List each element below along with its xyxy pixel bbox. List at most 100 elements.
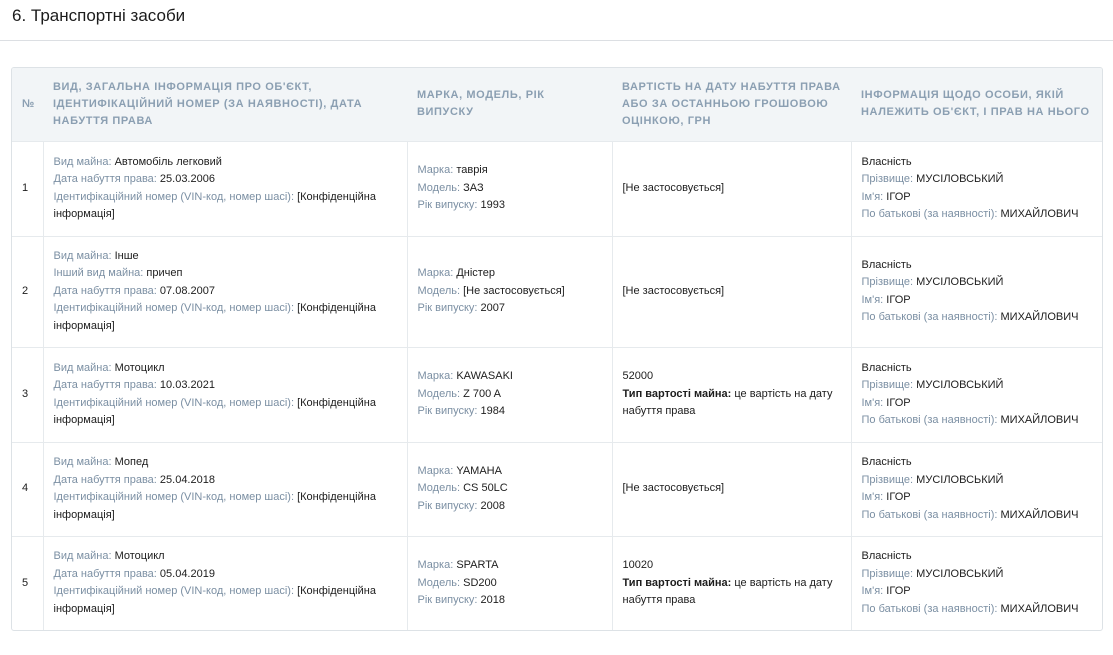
value-amount: [Не застосовується] (622, 482, 725, 495)
vin-label: Ідентифікаційний номер (VIN-код, номер ш… (53, 585, 295, 598)
value-amount: [Не застосовується] (622, 284, 725, 297)
owner-name-line: Ім'я: ІГОР (862, 189, 1095, 207)
owner-surname-line: Прізвище: МУСІЛОВСЬКИЙ (862, 171, 1095, 189)
acquired-date-label: Дата набуття права: (53, 473, 157, 486)
year-line: Рік випуску: 2007 (418, 300, 602, 318)
info-cell: Вид майна: Мотоцикл Дата набуття права: 0… (42, 535, 407, 630)
other-type-value: причеп (146, 267, 183, 280)
year-value: 2018 (480, 594, 506, 606)
owner-surname-value: МУСІЛОВСЬКИЙ (916, 276, 1004, 288)
owner-surname-label: Прізвище: (861, 567, 914, 580)
brand-label: Марка: (417, 559, 454, 571)
brand-value: таврія (456, 164, 488, 177)
value-type-label: Тип вартості майна: (622, 576, 732, 589)
acquired-date-value: 25.03.2006 (159, 173, 215, 185)
owner-name-label: Ім'я: (861, 396, 884, 409)
owner-patronymic-line: По батькові (за наявності): МИХАЙЛОВИЧ (862, 309, 1095, 327)
row-number-cell: 4 (12, 441, 43, 536)
owner-patronymic-value: МИХАЙЛОВИЧ (1000, 208, 1079, 220)
owner-patronymic-value: МИХАЙЛОВИЧ (1000, 311, 1079, 323)
column-header-value: Вартість на дату набуття права або за ос… (612, 68, 851, 141)
ownership-type: Власність (861, 456, 912, 468)
acquired-date-value: 25.04.2018 (159, 473, 215, 486)
year-label: Рік випуску: (417, 405, 478, 418)
owner-patronymic-label: По батькові (за наявності): (861, 311, 998, 323)
row-number: 4 (22, 482, 29, 495)
property-type-label: Вид майна: (53, 456, 112, 468)
owner-cell: Власність Прізвище: МУСІЛОВСЬКИЙ Ім'я: ІГО… (850, 235, 1102, 347)
owner-patronymic-line: По батькові (за наявності): МИХАЙЛОВИЧ (862, 507, 1095, 525)
owner-name-label: Ім'я: (861, 190, 884, 203)
owner-surname-value: МУСІЛОВСЬКИЙ (916, 173, 1004, 185)
owner-surname-line: Прізвище: МУСІЛОВСЬКИЙ (862, 274, 1095, 292)
value-amount: [Не застосовується] (622, 181, 725, 194)
property-type-value: Мотоцикл (114, 550, 165, 563)
ownership-type: Власність (861, 550, 912, 563)
owner-patronymic-value: МИХАЙЛОВИЧ (1000, 602, 1079, 615)
year-label: Рік випуску: (417, 499, 478, 512)
row-number-cell: 2 (12, 235, 43, 347)
year-value: 1993 (480, 199, 506, 212)
owner-surname-value: МУСІЛОВСЬКИЙ (916, 473, 1004, 486)
brand-line: Марка: SPARTA (418, 557, 602, 575)
year-line: Рік випуску: 1984 (418, 403, 602, 421)
table-row: 3 Вид майна: Мотоцикл Дата набуття права: … (12, 346, 1102, 442)
value-amount: 52000 (622, 370, 654, 383)
brand-cell: Марка: YAMAHA Модель: CS 50LC Рік випуску:… (406, 441, 612, 536)
brand-line: Марка: Дністер (418, 265, 602, 283)
brand-cell: Марка: KAWASAKI Модель: Z 700 A Рік випуск… (406, 346, 612, 442)
row-number-cell: 5 (12, 535, 43, 630)
brand-line: Марка: KAWASAKI (418, 368, 602, 386)
table-row: 4 Вид майна: Мопед Дата набуття права: 25.… (12, 441, 1102, 536)
property-type-value: Мотоцикл (114, 361, 165, 374)
owner-name-line: Ім'я: ІГОР (862, 395, 1095, 413)
column-header-info: Вид, загальна інформація про об'єкт, іде… (43, 68, 407, 141)
model-value: SD200 (463, 576, 497, 589)
property-type-label: Вид майна: (53, 550, 112, 563)
owner-patronymic-line: По батькові (за наявності): МИХАЙЛОВИЧ (862, 206, 1095, 224)
info-cell: Вид майна: Мотоцикл Дата набуття права: 1… (42, 346, 407, 442)
table-row: 1 Вид майна: Автомобіль легковий Дата набу… (12, 140, 1102, 236)
model-label: Модель: (417, 387, 461, 400)
year-label: Рік випуску: (417, 594, 478, 606)
section-title: 6. Транспортні засоби (12, 6, 186, 25)
ownership-type: Власність (861, 155, 912, 168)
vin-line: Ідентифікаційний номер (VIN-код, номер ш… (54, 395, 397, 430)
property-type-label: Вид майна: (53, 249, 112, 262)
value-type-line: Тип вартості майна: це вартість на дату … (623, 575, 841, 610)
owner-name-label: Ім'я: (861, 585, 884, 598)
property-type-label: Вид майна: (53, 361, 112, 374)
acquired-date-label: Дата набуття права: (53, 567, 157, 580)
owner-name-value: ІГОР (886, 491, 911, 503)
owner-patronymic-value: МИХАЙЛОВИЧ (1000, 414, 1079, 426)
owner-surname-label: Прізвище: (861, 379, 914, 391)
acquired-date-line: Дата набуття права: 25.04.2018 (54, 472, 397, 490)
brand-label: Марка: (417, 267, 454, 280)
owner-name-label: Ім'я: (861, 293, 884, 306)
acquired-date-label: Дата набуття права: (53, 379, 157, 391)
value-cell: 52000 Тип вартості майна: це вартість на … (611, 346, 851, 442)
row-number: 1 (22, 181, 29, 194)
value-cell: [Не застосовується] (611, 441, 851, 536)
acquired-date-label: Дата набуття права: (53, 284, 157, 297)
owner-patronymic-label: По батькові (за наявності): (861, 208, 998, 220)
vin-label: Ідентифікаційний номер (VIN-код, номер ш… (53, 396, 295, 409)
acquired-date-value: 05.04.2019 (159, 567, 215, 580)
year-label: Рік випуску: (417, 199, 478, 212)
owner-patronymic-line: По батькові (за наявності): МИХАЙЛОВИЧ (862, 601, 1095, 619)
brand-cell: Марка: SPARTA Модель: SD200 Рік випуску: 2… (406, 535, 612, 630)
owner-name-line: Ім'я: ІГОР (862, 292, 1095, 310)
model-label: Модель: (417, 482, 461, 495)
section-header: 6. Транспортні засоби (0, 0, 1113, 41)
info-cell: Вид майна: Мопед Дата набуття права: 25.0… (42, 441, 407, 536)
owner-name-line: Ім'я: ІГОР (862, 583, 1095, 601)
ownership-type: Власність (861, 361, 912, 374)
info-cell: Вид майна: Інше Інший вид майна: причеп Да… (42, 235, 407, 347)
owner-patronymic-value: МИХАЙЛОВИЧ (1000, 508, 1079, 521)
vehicles-table-container: № Вид, загальна інформація про об'єкт, і… (11, 67, 1103, 631)
owner-surname-value: МУСІЛОВСЬКИЙ (916, 379, 1004, 391)
table-header-row: № Вид, загальна інформація про об'єкт, і… (12, 68, 1102, 141)
owner-patronymic-label: По батькові (за наявності): (861, 508, 998, 521)
brand-cell: Марка: таврія Модель: ЗАЗ Рік випуску: 199… (406, 140, 612, 236)
vehicles-table: № Вид, загальна інформація про об'єкт, і… (12, 68, 1102, 630)
